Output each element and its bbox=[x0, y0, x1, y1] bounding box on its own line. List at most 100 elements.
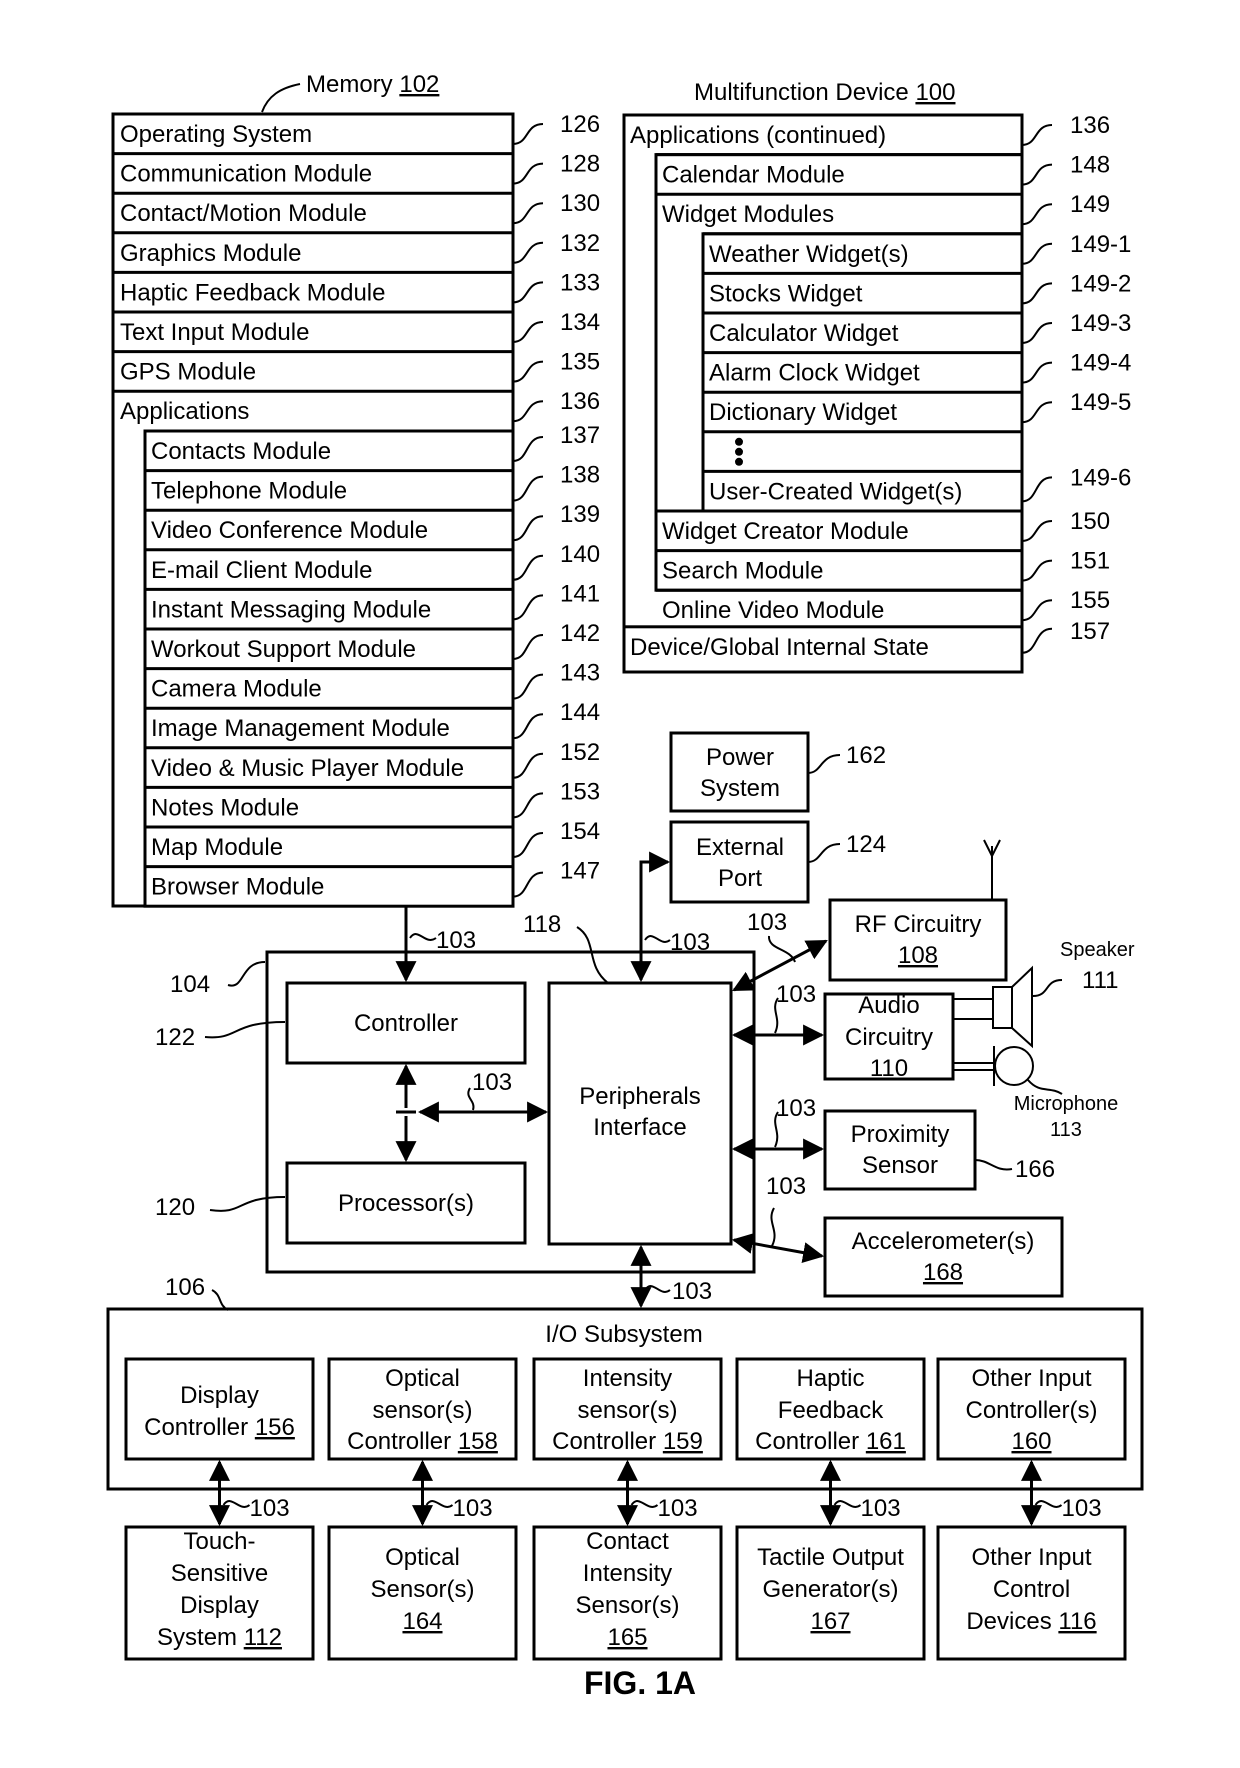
power-system: Power System 162 bbox=[669, 731, 886, 813]
io-bus-squiggle bbox=[1034, 1500, 1063, 1508]
app-row-ref: 154 bbox=[560, 818, 600, 845]
memory-row-label: Communication Module bbox=[120, 161, 372, 188]
bus-ref-io: 103 bbox=[672, 1278, 712, 1305]
memory-row-label: Graphics Module bbox=[120, 240, 301, 267]
block-diagram: Memory 102 Operating System 126 Communicat… bbox=[106, 71, 1144, 1701]
device-row-ref: 148 bbox=[1070, 152, 1110, 179]
io-controller-label: 160 bbox=[1011, 1428, 1051, 1455]
device-row-leader bbox=[1021, 322, 1053, 344]
app-row-leader bbox=[512, 673, 544, 700]
io-bus-ref: 103 bbox=[453, 1495, 493, 1522]
device-row-ref: 149 bbox=[1070, 191, 1110, 218]
memory-title: Memory 102 bbox=[306, 71, 439, 98]
audio-label-2: Circuitry bbox=[845, 1024, 933, 1051]
memory-row-ref: 130 bbox=[560, 190, 600, 217]
audio-circuitry: Audio Circuitry 110 bbox=[823, 992, 955, 1082]
internal-state-label: Device/Global Internal State bbox=[630, 634, 929, 661]
app-module-label: Contacts Module bbox=[151, 438, 331, 465]
app-row-ref: 138 bbox=[560, 462, 600, 489]
memory-leader-line bbox=[261, 83, 301, 113]
memory-row-leader bbox=[512, 202, 544, 225]
device-row-label: Applications (continued) bbox=[630, 122, 886, 149]
io-controller-number: 156 bbox=[255, 1414, 295, 1441]
device-row-label: Stocks Widget bbox=[709, 280, 863, 307]
io-device-label: Tactile Output bbox=[757, 1544, 904, 1571]
device-row-leader bbox=[1021, 282, 1053, 305]
bus-squiggle-port bbox=[644, 935, 671, 943]
device-row-ref: 150 bbox=[1070, 508, 1110, 535]
bus-ref-audio: 103 bbox=[776, 981, 816, 1008]
io-controller: Optical sensor(s) Controller 158 bbox=[327, 1357, 518, 1461]
ellipsis-icon bbox=[735, 437, 743, 466]
memory-row-label: Operating System bbox=[120, 121, 312, 148]
io-controller-label: Controller 156 bbox=[144, 1414, 295, 1441]
processor-ref: 120 bbox=[155, 1194, 195, 1221]
device-row-leader bbox=[1021, 361, 1053, 384]
proximity-label-1: Proximity bbox=[851, 1121, 950, 1148]
io-device: Optical Sensor(s) 164 bbox=[327, 1525, 518, 1661]
app-module-label: Video Conference Module bbox=[151, 517, 428, 544]
device-row-ref: 149-3 bbox=[1070, 310, 1131, 337]
external-port-leader bbox=[807, 843, 841, 863]
external-port-ref: 124 bbox=[846, 831, 886, 858]
speaker-body bbox=[992, 986, 1013, 1029]
app-row-ref: 139 bbox=[560, 501, 600, 528]
chip-block: 104 Controller 122 Processor(s) 120 Peri… bbox=[155, 911, 756, 1274]
power-system-label-1: Power bbox=[706, 744, 774, 771]
memory-row-leader bbox=[512, 241, 544, 264]
chip-ref: 104 bbox=[170, 971, 210, 998]
ellipsis-dot bbox=[735, 437, 743, 446]
device-row-label: Search Module bbox=[662, 558, 823, 585]
memory-row-ref: 135 bbox=[560, 349, 600, 376]
memory-row-label: Text Input Module bbox=[120, 319, 309, 346]
bus-ref-memory: 103 bbox=[436, 927, 476, 954]
io-device-label: Contact bbox=[586, 1528, 669, 1555]
device-row-label: Dictionary Widget bbox=[709, 399, 897, 426]
device-row-leader bbox=[1021, 559, 1053, 582]
accelerometer: Accelerometer(s) 168 bbox=[823, 1216, 1064, 1298]
peripherals-label-1: Peripherals bbox=[579, 1083, 700, 1110]
io-device-label: Generator(s) bbox=[762, 1576, 898, 1603]
device-row-leader bbox=[1021, 242, 1053, 265]
memory-row-ref: 134 bbox=[560, 309, 600, 336]
device-row-leader bbox=[1021, 599, 1053, 622]
io-controller-label: Intensity bbox=[583, 1365, 672, 1392]
io-device: Other Input Control Devices 116 bbox=[936, 1525, 1127, 1661]
microphone-leader bbox=[1027, 1079, 1063, 1095]
app-module-label: Notes Module bbox=[151, 794, 299, 821]
io-bus-squiggle bbox=[833, 1500, 862, 1508]
io-bus-ref: 103 bbox=[250, 1495, 290, 1522]
io-controller: Haptic Feedback Controller 161 bbox=[735, 1357, 926, 1461]
io-device-label: Sensor(s) bbox=[575, 1592, 679, 1619]
internal-state-ref: 157 bbox=[1070, 618, 1110, 645]
io-device-label: Sensitive bbox=[171, 1560, 268, 1587]
io-device: Tactile Output Generator(s) 167 bbox=[735, 1525, 926, 1661]
memory-row-leader bbox=[512, 360, 544, 383]
device-row-leader bbox=[1021, 476, 1053, 503]
io-controller-number: 158 bbox=[458, 1428, 498, 1455]
speaker-icon bbox=[1011, 965, 1033, 1049]
io-controller-label: Controller 159 bbox=[552, 1428, 703, 1455]
device-row-ref: 136 bbox=[1070, 112, 1110, 139]
io-bus-ref: 103 bbox=[658, 1495, 698, 1522]
audio-number: 110 bbox=[870, 1055, 908, 1082]
device-title: Multifunction Device 100 bbox=[694, 79, 955, 106]
rf-circuitry: RF Circuitry 108 bbox=[828, 839, 1008, 982]
device-row-ref: 149-5 bbox=[1070, 389, 1131, 416]
device-row-label: Calculator Widget bbox=[709, 320, 899, 347]
app-module-label: Browser Module bbox=[151, 874, 324, 901]
app-row-leader bbox=[512, 752, 544, 779]
memory-row-ref: 136 bbox=[560, 388, 600, 415]
microphone-label: Microphone bbox=[1014, 1093, 1119, 1115]
io-device-label: Intensity bbox=[583, 1560, 672, 1587]
io-controller: Display Controller 156 bbox=[124, 1357, 315, 1461]
bus-ref-internal: 103 bbox=[472, 1069, 512, 1096]
io-device-label: 165 bbox=[607, 1624, 647, 1651]
device-row-label: Widget Modules bbox=[662, 201, 834, 228]
device-row-label: Online Video Module bbox=[662, 597, 884, 624]
app-row-leader bbox=[512, 475, 544, 502]
app-row-leader bbox=[512, 634, 544, 660]
io-controller-label: Optical bbox=[385, 1365, 460, 1392]
speaker-leader bbox=[1032, 979, 1063, 997]
app-module-label: Telephone Module bbox=[151, 478, 347, 505]
